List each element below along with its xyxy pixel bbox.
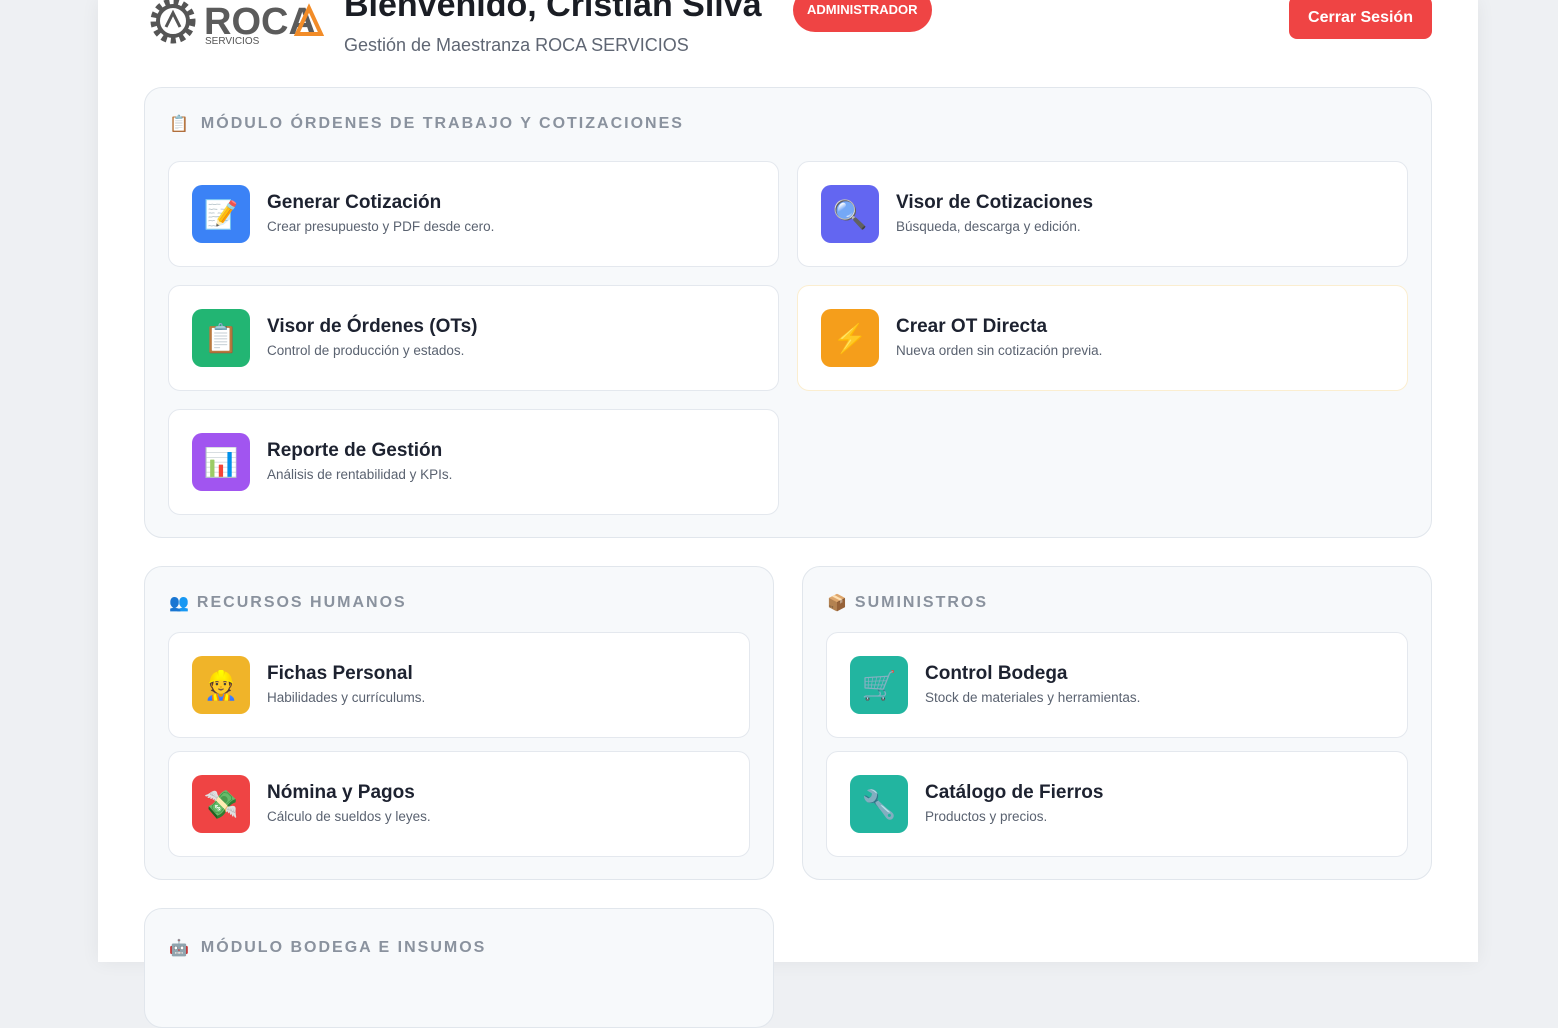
- section-title: 📋 MÓDULO ÓRDENES DE TRABAJO Y COTIZACION…: [169, 114, 684, 134]
- card-reporte-gestion[interactable]: 📊 Reporte de Gestión Análisis de rentabi…: [168, 409, 779, 515]
- card-description: Análisis de rentabilidad y KPIs.: [267, 467, 453, 482]
- roca-logo: ROCA SERVICIOS: [150, 0, 325, 47]
- memo-icon: 📝: [192, 185, 250, 243]
- card-generar-cotizacion[interactable]: 📝 Generar Cotización Crear presupuesto y…: [168, 161, 779, 267]
- cart-icon: 🛒: [850, 656, 908, 714]
- section-title-label: MÓDULO BODEGA E INSUMOS: [200, 939, 487, 956]
- section-recursos-humanos: 👥 RECURSOS HUMANOS 👷 Fichas Personal Hab…: [144, 566, 774, 880]
- people-icon: 👥: [169, 595, 189, 612]
- card-visor-ordenes[interactable]: 📋 Visor de Órdenes (OTs) Control de prod…: [168, 285, 779, 391]
- magnifier-icon: 🔍: [821, 185, 879, 243]
- card-title: Control Bodega: [925, 663, 1068, 684]
- card-description: Control de producción y estados.: [267, 343, 465, 358]
- bar-chart-icon: 📊: [192, 433, 250, 491]
- card-description: Nueva orden sin cotización previa.: [896, 343, 1103, 358]
- wrench-icon: 🔧: [850, 775, 908, 833]
- section-title: 👥 RECURSOS HUMANOS: [169, 593, 407, 613]
- section-ordenes: 📋 MÓDULO ÓRDENES DE TRABAJO Y COTIZACION…: [144, 87, 1432, 538]
- role-badge: ADMINISTRADOR: [793, 0, 932, 32]
- section-title-label: SUMINISTROS: [854, 594, 989, 611]
- section-suministros: 📦 SUMINISTROS 🛒 Control Bodega Stock de …: [802, 566, 1432, 880]
- logout-button[interactable]: Cerrar Sesión: [1289, 0, 1432, 39]
- card-title: Nómina y Pagos: [267, 782, 415, 803]
- card-title: Catálogo de Fierros: [925, 782, 1104, 803]
- card-description: Búsqueda, descarga y edición.: [896, 219, 1081, 234]
- card-description: Productos y precios.: [925, 809, 1048, 824]
- package-icon: 📦: [827, 595, 847, 612]
- card-visor-cotizaciones[interactable]: 🔍 Visor de Cotizaciones Búsqueda, descar…: [797, 161, 1408, 267]
- card-description: Stock de materiales y herramientas.: [925, 690, 1141, 705]
- section-title: 📦 SUMINISTROS: [827, 593, 988, 613]
- card-description: Habilidades y currículums.: [267, 690, 426, 705]
- gear-icon: [150, 0, 196, 44]
- card-title: Reporte de Gestión: [267, 440, 443, 461]
- money-wings-icon: 💸: [192, 775, 250, 833]
- logo-subtext: SERVICIOS: [205, 36, 260, 47]
- card-control-bodega[interactable]: 🛒 Control Bodega Stock de materiales y h…: [826, 632, 1408, 738]
- card-title: Fichas Personal: [267, 663, 413, 684]
- main-panel: ROCA SERVICIOS Bienvenido, Cristian Silv…: [98, 0, 1478, 1028]
- card-crear-ot-directa[interactable]: ⚡ Crear OT Directa Nueva orden sin cotiz…: [797, 285, 1408, 391]
- lightning-icon: ⚡: [821, 309, 879, 367]
- card-nomina-pagos[interactable]: 💸 Nómina y Pagos Cálculo de sueldos y le…: [168, 751, 750, 857]
- card-description: Crear presupuesto y PDF desde cero.: [267, 219, 495, 234]
- section-bodega-insumos: 🤖 MÓDULO BODEGA E INSUMOS: [144, 908, 774, 1028]
- welcome-title: Bienvenido, Cristian Silva: [344, 0, 762, 24]
- section-title-label: MÓDULO ÓRDENES DE TRABAJO Y COTIZACIONES: [200, 115, 684, 132]
- section-title: 🤖 MÓDULO BODEGA E INSUMOS: [169, 938, 486, 958]
- page-subtitle: Gestión de Maestranza ROCA SERVICIOS: [344, 35, 689, 55]
- card-description: Cálculo de sueldos y leyes.: [267, 809, 431, 824]
- card-title: Visor de Órdenes (OTs): [267, 316, 478, 337]
- clipboard-icon: 📋: [192, 309, 250, 367]
- worker-icon: 👷: [192, 656, 250, 714]
- card-title: Generar Cotización: [267, 192, 442, 213]
- section-title-label: RECURSOS HUMANOS: [196, 594, 407, 611]
- clipboard-icon: 📋: [169, 116, 189, 133]
- card-catalogo-fierros[interactable]: 🔧 Catálogo de Fierros Productos y precio…: [826, 751, 1408, 857]
- robot-icon: 🤖: [169, 940, 189, 957]
- card-title: Crear OT Directa: [896, 316, 1048, 337]
- card-fichas-personal[interactable]: 👷 Fichas Personal Habilidades y currícul…: [168, 632, 750, 738]
- card-title: Visor de Cotizaciones: [896, 192, 1094, 213]
